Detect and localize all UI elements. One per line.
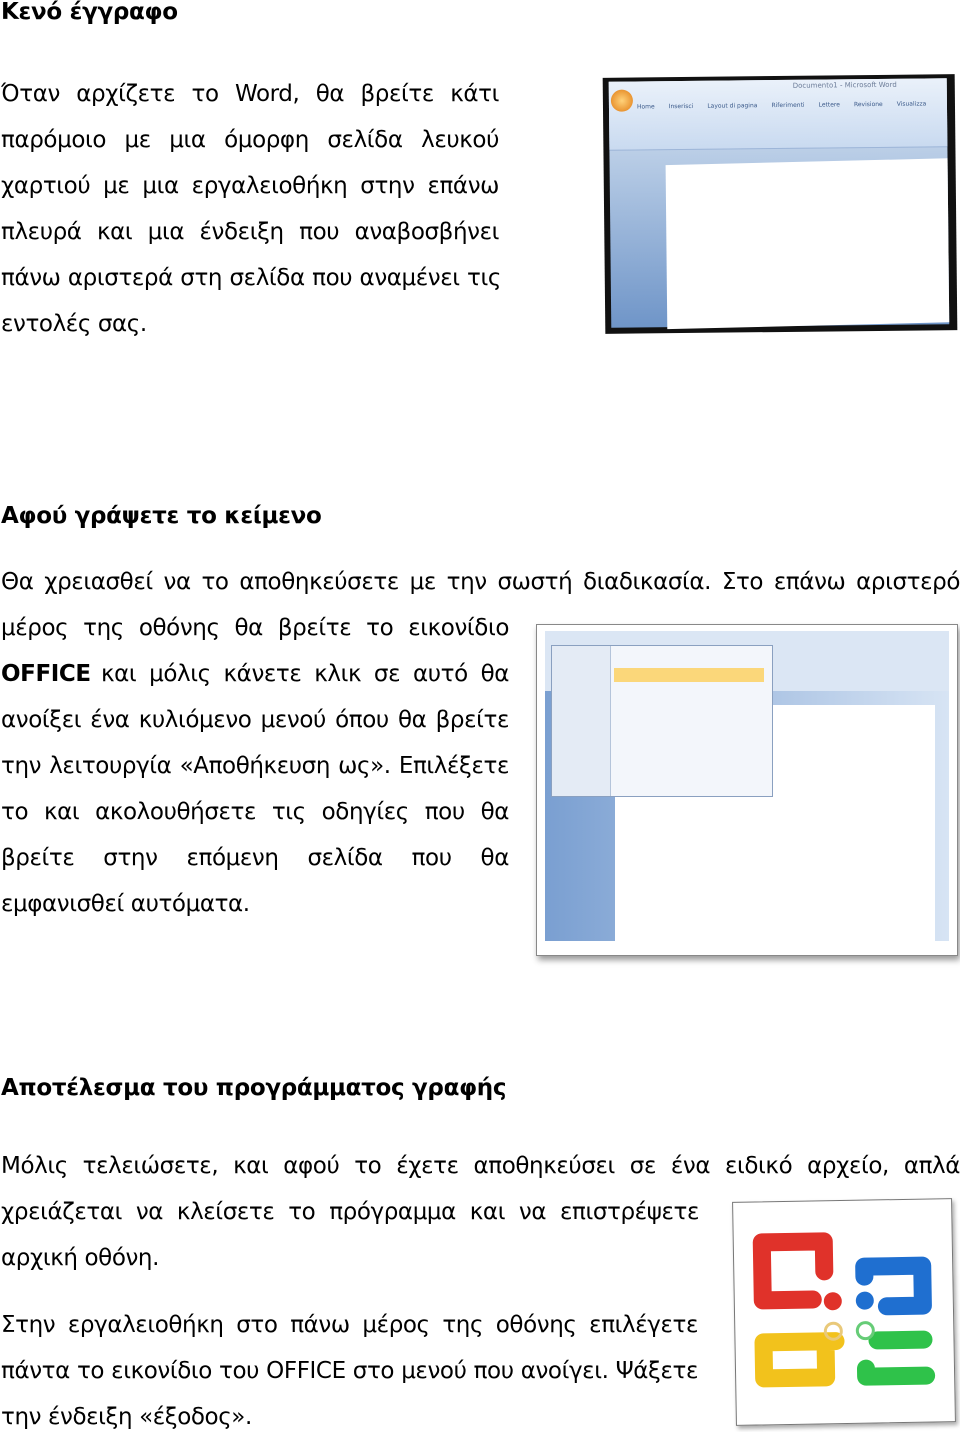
paragraph-line: το και ακολουθήσετε τις οδηγίες που θα xyxy=(1,799,509,825)
paragraph-line: την ένδειξη «έξοδος». xyxy=(1,1404,252,1430)
paragraph-line: πλευρά και μια ένδειξη που αναβοσβήνει xyxy=(1,219,499,245)
paragraph-line: Μόλις τελειώσετε, και αφού το έχετε αποθ… xyxy=(1,1153,960,1179)
paragraph-line: την λειτουργία «Αποθήκευση ως». Επιλέξετ… xyxy=(1,753,509,779)
paragraph-line: εμφανισθεί αυτόματα. xyxy=(1,891,250,917)
ribbon-tab: Layout di pagina xyxy=(707,102,758,110)
paragraph-line: παρόμοιο με μια όμορφη σελίδα λευκού xyxy=(1,127,499,153)
paragraph-line: Όταν αρχίζετε το Word, θα βρείτε κάτι xyxy=(1,81,499,107)
heading-result: Αποτέλεσμα του προγράμματος γραφής xyxy=(1,1075,507,1101)
ribbon-tab: Riferimenti xyxy=(771,101,805,110)
word-blank-document-screenshot: Documento1 - Microsoft Word Home Inseris… xyxy=(602,74,958,334)
window-title: Documento1 - Microsoft Word xyxy=(792,80,897,90)
office-logo-image xyxy=(732,1198,956,1426)
paragraph-line: ανοίξει ένα κυλιόμενο μενού όπου θα βρεί… xyxy=(1,707,509,733)
ribbon-tab: Revisione xyxy=(853,100,883,109)
ribbon-tab: Inserisci xyxy=(668,102,694,111)
paragraph-line: χρειάζεται να κλείσετε το πρόγραμμα και … xyxy=(1,1199,699,1225)
office-keyword: OFFICE xyxy=(1,661,91,687)
paragraph-line: χαρτιού με μια εργαλειοθήκη στην επάνω xyxy=(1,173,499,199)
heading-blank-document: Κενό έγγραφο xyxy=(1,0,178,25)
ribbon-tab: Visualizza xyxy=(896,100,927,108)
paragraph-line: αρχική οθόνη. xyxy=(1,1245,160,1271)
paragraph-line: Στην εργαλειοθήκη στο πάνω μέρος της οθό… xyxy=(1,1312,698,1338)
paragraph-line: OFFICE και μόλις κάνετε κλικ σε αυτό θα xyxy=(1,659,509,689)
heading-after-writing: Αφού γράψετε το κείμενο xyxy=(1,503,322,529)
office-button-icon xyxy=(610,89,634,112)
paragraph-line: βρείτε στην επόμενη σελίδα που θα xyxy=(1,845,509,871)
paragraph-line: εντολές σας. xyxy=(1,311,147,337)
word-office-menu-screenshot xyxy=(536,624,958,956)
ribbon-tab: Lettere xyxy=(818,101,840,109)
ribbon-tab: Home xyxy=(636,103,655,111)
paragraph-line: πάνω αριστερά στη σελίδα που αναμένει τι… xyxy=(1,265,501,291)
paragraph-line: Θα χρειασθεί να το αποθηκεύσετε με την σ… xyxy=(1,569,960,595)
paragraph-line: πάντα το εικονίδιο του OFFICE στο μενού … xyxy=(1,1358,698,1384)
office-logo-icon xyxy=(752,1232,936,1388)
paragraph-line: μέρος της οθόνης θα βρείτε το εικονίδιο xyxy=(1,615,509,641)
line-rest: και μόλις κάνετε κλικ σε αυτό θα xyxy=(101,661,509,687)
